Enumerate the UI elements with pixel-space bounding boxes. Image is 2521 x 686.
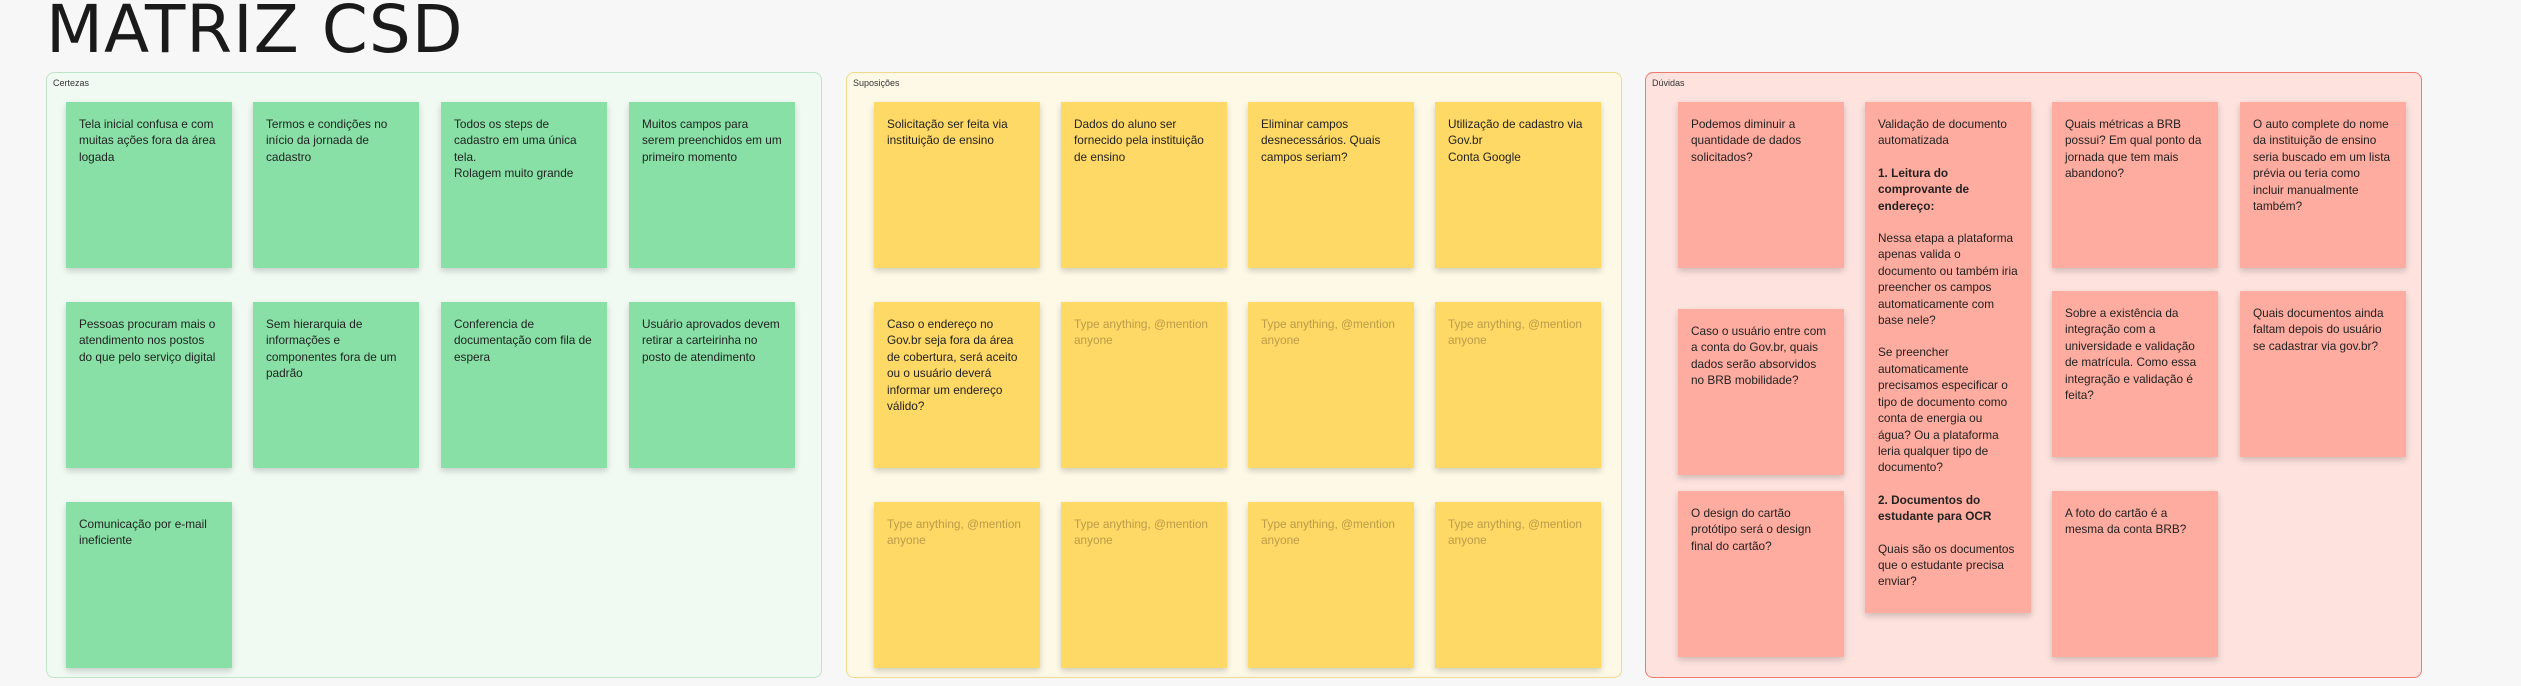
- note-text: Se preencher automaticamente precisamos …: [1878, 345, 2008, 475]
- sticky-note-placeholder[interactable]: Type anything, @mention anyone: [1435, 302, 1601, 468]
- note-text: Nessa etapa a plataforma apenas valida o…: [1878, 231, 2018, 328]
- section-label-certezas: Certezas: [53, 78, 90, 88]
- sticky-note[interactable]: Utilização de cadastro via Gov.br Conta …: [1435, 102, 1601, 268]
- sticky-note[interactable]: Todos os steps de cadastro em uma única …: [441, 102, 607, 268]
- sticky-note[interactable]: Solicitação ser feita via instituição de…: [874, 102, 1040, 268]
- sticky-note[interactable]: Tela inicial confusa e com muitas ações …: [66, 102, 232, 268]
- section-certezas[interactable]: Certezas Tela inicial confusa e com muit…: [46, 72, 822, 678]
- sticky-note[interactable]: Quais documentos ainda faltam depois do …: [2240, 291, 2406, 457]
- page-title: MATRIZ CSD: [46, 0, 464, 68]
- note-text: Quais são os documentos que o estudante …: [1878, 541, 2015, 589]
- sticky-note[interactable]: Quais métricas a BRB possui? Em qual pon…: [2052, 102, 2218, 268]
- sticky-note[interactable]: Sem hierarquia de informações e componen…: [253, 302, 419, 468]
- sticky-note[interactable]: Termos e condições no início da jornada …: [253, 102, 419, 268]
- sticky-note-placeholder[interactable]: Type anything, @mention anyone: [1435, 502, 1601, 668]
- sticky-note[interactable]: Usuário aprovados devem retirar a cartei…: [629, 302, 795, 468]
- note-text: Validação de documento automatizada: [1878, 117, 2007, 148]
- section-suposicoes[interactable]: Suposições Solicitação ser feita via ins…: [846, 72, 1622, 678]
- sticky-note[interactable]: Muitos campos para serem preenchidos em …: [629, 102, 795, 268]
- sticky-note-placeholder[interactable]: Type anything, @mention anyone: [1248, 302, 1414, 468]
- section-label-suposicoes: Suposições: [853, 78, 900, 88]
- sticky-note-placeholder[interactable]: Type anything, @mention anyone: [874, 502, 1040, 668]
- sticky-note[interactable]: O auto complete do nome da instituição d…: [2240, 102, 2406, 268]
- sticky-note[interactable]: Podemos diminuir a quantidade de dados s…: [1678, 102, 1844, 268]
- sticky-note[interactable]: Caso o usuário entre com a conta do Gov.…: [1678, 309, 1844, 475]
- sticky-note-placeholder[interactable]: Type anything, @mention anyone: [1061, 302, 1227, 468]
- note-heading: 2. Documentos do estudante para OCR: [1878, 492, 1992, 524]
- whiteboard-canvas[interactable]: MATRIZ CSD Certezas Tela inicial confusa…: [0, 0, 2521, 686]
- sticky-note[interactable]: O design do cartão protótipo será o desi…: [1678, 491, 1844, 657]
- sticky-note[interactable]: Eliminar campos desnecessários. Quais ca…: [1248, 102, 1414, 268]
- sticky-note-validacao[interactable]: Validação de documento automatizada 1. L…: [1865, 102, 2031, 613]
- sticky-note[interactable]: Caso o endereço no Gov.br seja fora da á…: [874, 302, 1040, 468]
- note-heading: 1. Leitura do comprovante de endereço:: [1878, 165, 1970, 213]
- section-duvidas[interactable]: Dúvidas Podemos diminuir a quantidade de…: [1645, 72, 2422, 678]
- sticky-note[interactable]: Comunicação por e-mail ineficiente: [66, 502, 232, 668]
- sticky-note[interactable]: Dados do aluno ser fornecido pela instit…: [1061, 102, 1227, 268]
- sticky-note[interactable]: Sobre a existência da integração com a u…: [2052, 291, 2218, 457]
- sticky-note[interactable]: Conferencia de documentação com fila de …: [441, 302, 607, 468]
- section-label-duvidas: Dúvidas: [1652, 78, 1685, 88]
- sticky-note[interactable]: Pessoas procuram mais o atendimento nos …: [66, 302, 232, 468]
- sticky-note-placeholder[interactable]: Type anything, @mention anyone: [1061, 502, 1227, 668]
- sticky-note-placeholder[interactable]: Type anything, @mention anyone: [1248, 502, 1414, 668]
- sticky-note[interactable]: A foto do cartão é a mesma da conta BRB?: [2052, 491, 2218, 657]
